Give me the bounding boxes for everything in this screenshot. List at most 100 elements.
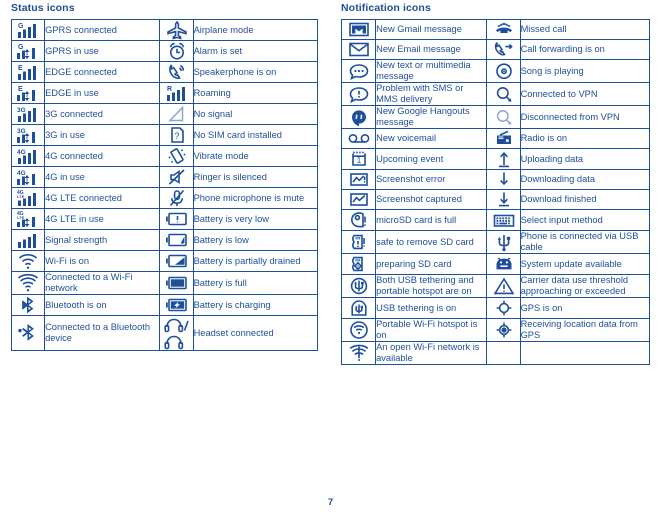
svg-text:LTE: LTE — [17, 215, 25, 220]
usb-tethering-hotspot-icon — [340, 274, 377, 298]
status-label: EDGE in use — [44, 82, 161, 104]
download-icon — [486, 169, 521, 190]
notification-icons-panel: Notification icons New Gmail message Mis… — [330, 0, 661, 365]
table-row: Both USB tethering and portable hotspot … — [340, 274, 651, 298]
table-row: New Google Hangouts message Disconnected… — [340, 105, 651, 129]
status-label: Battery is full — [192, 271, 319, 295]
status-label: Signal strength — [44, 229, 161, 251]
svg-text:E: E — [18, 86, 23, 93]
usb-tethering-icon — [340, 297, 377, 319]
svg-text:3G: 3G — [17, 107, 26, 114]
notification-label: Carrier data use threshold approaching o… — [519, 274, 651, 298]
status-label: Roaming — [192, 82, 319, 104]
manual-page: Status icons G GPRS connected Airplane m… — [0, 0, 661, 512]
notification-label: Upcoming event — [375, 148, 488, 170]
calendar-event-icon: 1 — [340, 148, 377, 170]
table-row: New Gmail message Missed call — [340, 19, 651, 40]
table-row: 4G 4G connected Vibrate mode — [10, 145, 319, 167]
status-label: No SIM card installed — [192, 124, 319, 146]
table-row: E EDGE connected Speakerphone is on — [10, 61, 319, 83]
svg-text:?: ? — [174, 131, 179, 141]
notification-label: Select input method — [519, 209, 651, 231]
table-row: Connected to a Wi-Fi network Battery is … — [10, 271, 319, 295]
status-label: Phone microphone is mute — [192, 187, 319, 209]
status-label: 4G LTE in use — [44, 208, 161, 230]
status-icons-title: Status icons — [11, 2, 75, 14]
warning-icon — [486, 274, 521, 298]
sd-card-preparing-icon — [340, 253, 377, 275]
vibrate-mode-icon — [159, 145, 194, 167]
battery-low-icon — [159, 229, 194, 251]
battery-charging-icon — [159, 294, 194, 316]
table-row: Signal strength Battery is low — [10, 229, 319, 251]
no-signal-icon — [159, 103, 194, 125]
table-row: Connected to a Bluetooth device Headset … — [10, 315, 319, 351]
screenshot-captured-icon — [340, 189, 377, 210]
upload-icon — [486, 148, 521, 170]
status-label: 3G connected — [44, 103, 161, 125]
status-icons-panel: Status icons G GPRS connected Airplane m… — [0, 0, 330, 351]
status-label: Battery is partially drained — [192, 250, 319, 272]
wifi-connected-icon — [10, 271, 46, 295]
keyboard-icon — [486, 209, 521, 231]
table-row: 3G 3G connected No signal — [10, 103, 319, 125]
status-label: 4G LTE connected — [44, 187, 161, 209]
gprs-connected-icon: G — [10, 19, 46, 41]
hangouts-icon — [340, 105, 377, 129]
svg-text:R: R — [167, 86, 172, 93]
sms-problem-icon — [340, 82, 377, 106]
notification-label: New Google Hangouts message — [375, 105, 488, 129]
notification-icons-title: Notification icons — [341, 2, 431, 14]
edge-in-use-icon: E — [10, 82, 46, 104]
notification-label: Missed call — [519, 19, 651, 40]
roaming-icon: R — [159, 82, 194, 104]
alarm-clock-icon — [159, 40, 194, 62]
table-row: safe to remove SD card Phone is connecte… — [340, 230, 651, 254]
notification-label: preparing SD card — [375, 253, 488, 275]
status-label: GPRS connected — [44, 19, 161, 41]
notification-label: Receiving location data from GPS — [519, 318, 651, 342]
email-icon — [340, 39, 377, 60]
notification-label: Radio is on — [519, 128, 651, 149]
svg-text:E: E — [18, 65, 23, 72]
gmail-icon — [340, 19, 377, 40]
voicemail-icon — [340, 128, 377, 149]
svg-text:4G: 4G — [17, 170, 26, 177]
notification-label: An open Wi-Fi network is available — [375, 341, 488, 365]
table-row: E EDGE in use R Roaming — [10, 82, 319, 104]
sd-card-safe-remove-icon — [340, 230, 377, 254]
table-row: microSD card is full Select input method — [340, 209, 651, 231]
status-label: Ringer is silenced — [192, 166, 319, 188]
status-label: Vibrate mode — [192, 145, 319, 167]
microphone-mute-icon — [159, 187, 194, 209]
table-row: Portable Wi-Fi hotspot is on Receiving l… — [340, 318, 651, 342]
table-row: New text or multimedia message Song is p… — [340, 59, 651, 83]
page-number: 7 — [327, 497, 334, 508]
table-row: Wi-Fi is on Battery is partially drained — [10, 250, 319, 272]
status-label: 4G in use — [44, 166, 161, 188]
open-wifi-icon — [340, 341, 377, 365]
status-label: Battery is charging — [192, 294, 319, 316]
notification-label: Download finished — [519, 189, 651, 210]
notification-label: safe to remove SD card — [375, 230, 488, 254]
status-label: Headset connected — [192, 315, 319, 351]
gps-on-icon — [486, 297, 521, 319]
notification-label: Screenshot captured — [375, 189, 488, 210]
4g-lte-in-use-icon: 4G LTE — [10, 208, 46, 230]
svg-text:G: G — [18, 23, 24, 30]
notification-label: Problem with SMS or MMS delivery — [375, 82, 488, 106]
notification-label: Connected to VPN — [519, 82, 651, 106]
status-label: Bluetooth is on — [44, 294, 161, 316]
status-label: Battery is very low — [192, 208, 319, 230]
status-label: Battery is low — [192, 229, 319, 251]
airplane-mode-icon — [159, 19, 194, 41]
notification-label: Phone is connected via USB cable — [519, 230, 651, 254]
bluetooth-on-icon — [10, 294, 46, 316]
table-row: An open Wi-Fi network is available — [340, 341, 651, 365]
screenshot-error-icon — [340, 169, 377, 190]
vpn-connected-icon — [486, 82, 521, 106]
status-label: GPRS in use — [44, 40, 161, 62]
table-row: New Email message Call forwarding is on — [340, 39, 651, 60]
call-forwarding-icon — [486, 39, 521, 60]
svg-text:1: 1 — [356, 156, 361, 165]
